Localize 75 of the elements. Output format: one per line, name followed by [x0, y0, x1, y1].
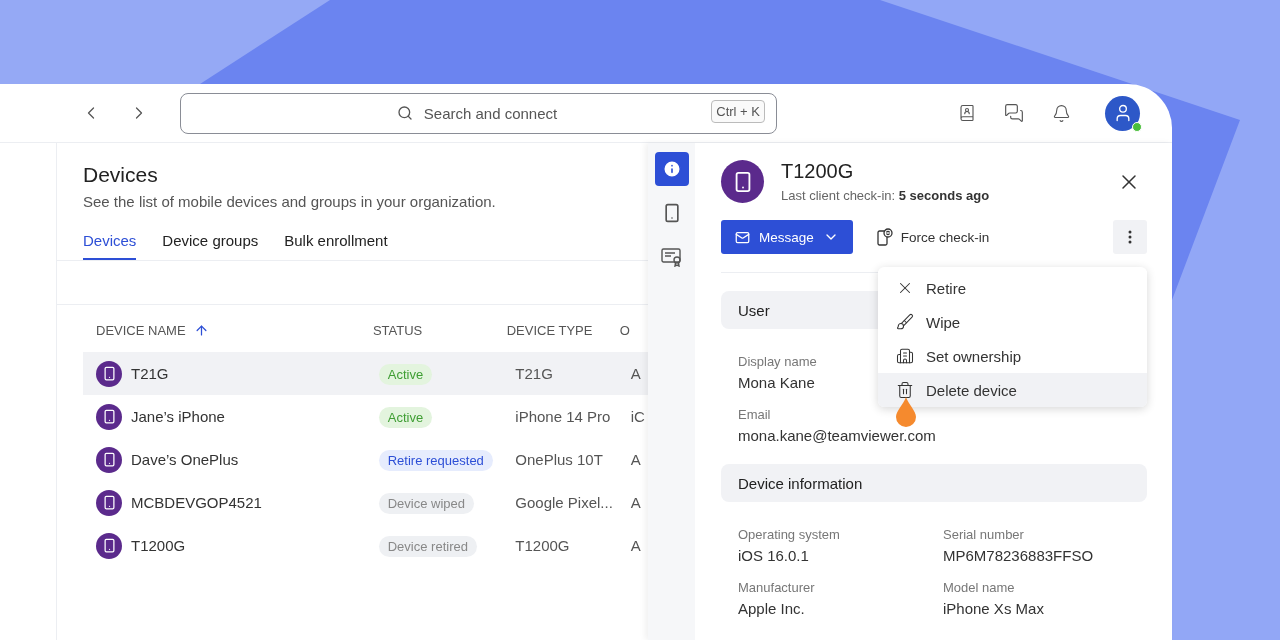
table-cell-text: A: [630, 537, 642, 554]
device-name: T21G: [131, 365, 169, 382]
certificate-icon: [660, 247, 683, 267]
table-cell-text: Google Pixel...: [515, 494, 614, 511]
more-vertical-icon: [1128, 230, 1132, 244]
menu-item[interactable]: Retire: [878, 271, 1147, 305]
page-subtitle: See the list of mobile devices and groups in your organization.: [83, 193, 497, 210]
table-cell-text: iPhone 14 Pro: [515, 408, 612, 425]
table-cell-text: T21G: [515, 365, 554, 382]
field-label: Display name: [738, 354, 817, 369]
tab[interactable]: Device groups: [162, 232, 259, 260]
field-label: Email: [738, 407, 772, 422]
shortcut-hint: Ctrl + K: [711, 99, 765, 123]
table-row[interactable]: Jane’s iPhone Active iPhone 14 Pro iC: [83, 395, 648, 438]
table-row[interactable]: Dave’s OnePlus Retire requested OnePlus 10T A: [83, 438, 648, 481]
last-checkin-text: Last client check-in: 5 seconds ago: [781, 188, 990, 203]
field-value: MP6M78236883FFSO: [943, 547, 1094, 564]
table-cell-text: A: [630, 494, 642, 511]
field-value: Mona Kane: [738, 374, 816, 391]
field-label: Model name: [943, 580, 1016, 595]
tab[interactable]: Bulk enrollment: [284, 232, 388, 260]
table-row[interactable]: MCBDEVGOP4521 Device wiped Google Pixel... A: [83, 481, 648, 524]
table-row[interactable]: T21G Active T21G A: [83, 352, 648, 395]
menu-item[interactable]: Wipe: [878, 305, 1147, 339]
building-icon: [896, 347, 914, 365]
search-icon: [397, 104, 413, 121]
status-badge: Active: [378, 406, 433, 428]
column-header[interactable]: O: [619, 323, 648, 338]
section-header: Device information: [721, 464, 1147, 502]
column-header[interactable]: DEVICE NAME: [96, 323, 373, 338]
device-name: MCBDEVGOP4521: [131, 494, 262, 511]
column-header[interactable]: STATUS: [372, 323, 507, 338]
menu-item[interactable]: Set ownership: [878, 339, 1147, 373]
field-value: Apple Inc.: [738, 600, 806, 617]
menu-item[interactable]: Delete device: [878, 373, 1147, 407]
status-badge: Retire requested: [378, 449, 493, 471]
device-title: T1200G: [781, 160, 855, 183]
field-value: mona.kane@teamviewer.com: [738, 427, 936, 444]
field-value: iOS 16.0.1: [738, 547, 810, 564]
field-label: Operating system: [738, 527, 840, 542]
device-name: Dave’s OnePlus: [131, 451, 239, 468]
side-rail-tab[interactable]: [654, 152, 689, 186]
table-cell-text: A: [630, 365, 642, 382]
field-label: Serial number: [943, 527, 1025, 542]
column-header[interactable]: DEVICE TYPE: [506, 323, 620, 338]
status-badge: Device wiped: [378, 492, 475, 514]
phone-avatar-icon: [96, 446, 122, 473]
page-title: Devices: [83, 163, 159, 187]
device-name: T1200G: [131, 537, 186, 554]
info-icon: [661, 159, 682, 179]
device-name: Jane’s iPhone: [131, 408, 225, 425]
message-button[interactable]: Message: [721, 220, 853, 254]
phone-avatar-icon: [96, 489, 122, 516]
phone-avatar-icon: [96, 532, 122, 559]
field-label: Manufacturer: [738, 580, 815, 595]
table-cell-text: iC: [630, 408, 646, 425]
status-badge: Device retired: [378, 535, 477, 557]
phone-avatar-icon: [96, 360, 122, 387]
field-value: iPhone Xs Max: [943, 600, 1044, 617]
phone-avatar-icon: [721, 160, 764, 203]
trash-icon: [896, 381, 914, 399]
mail-icon: [735, 229, 750, 245]
force-checkin-button[interactable]: Force check-in: [876, 220, 990, 254]
phone-sync-icon: [876, 228, 893, 246]
table-cell-text: T1200G: [515, 537, 571, 554]
table-cell-text: OnePlus 10T: [515, 451, 604, 468]
status-badge: Active: [378, 363, 433, 385]
table-cell-text: A: [630, 451, 642, 468]
chat-bubbles-icon[interactable]: [1002, 101, 1026, 125]
table-row[interactable]: T1200G Device retired T1200G A: [83, 524, 648, 567]
user-avatar[interactable]: [1105, 95, 1140, 131]
phone-avatar-icon: [96, 403, 122, 430]
teardrop-icon: [895, 397, 917, 427]
brush-icon: [896, 313, 914, 331]
tab[interactable]: Devices: [83, 232, 137, 260]
